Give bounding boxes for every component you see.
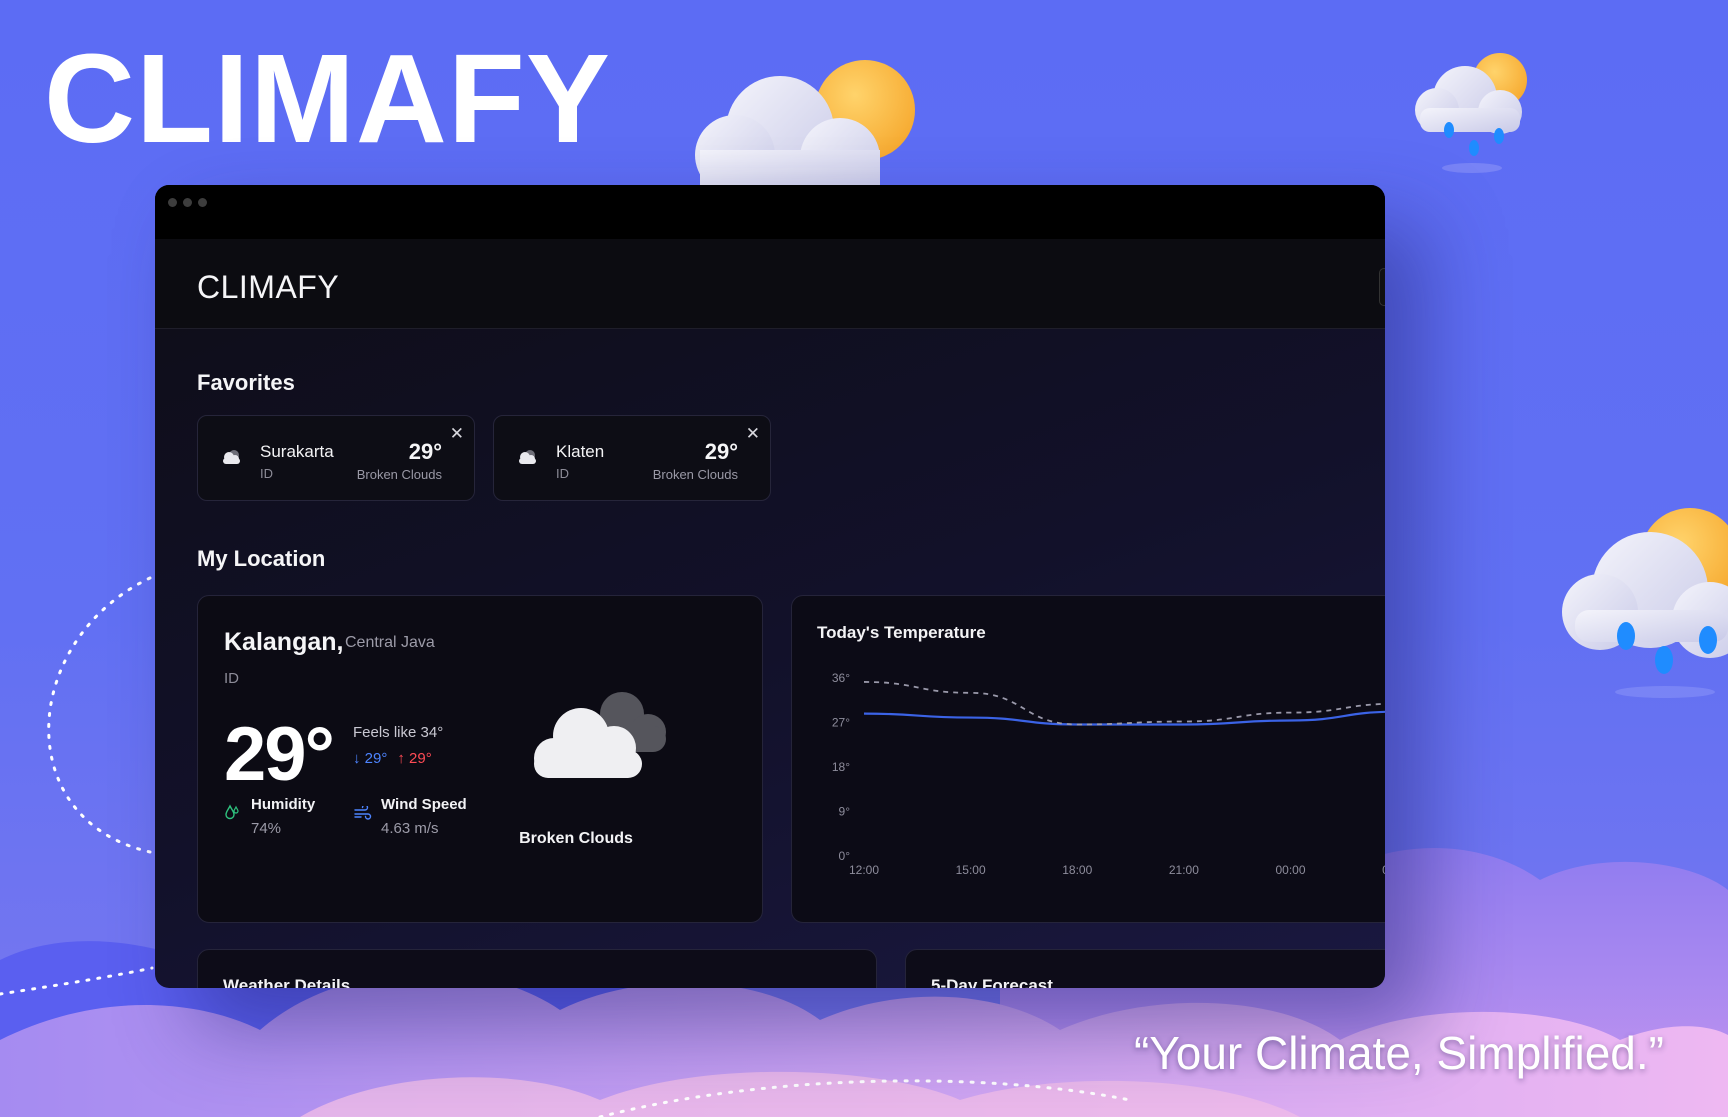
window-controls: [168, 198, 207, 207]
broken-clouds-icon: [534, 692, 666, 778]
cloud-icon: [223, 450, 240, 464]
condition-label: Broken Clouds: [519, 830, 633, 847]
tagline: “Your Climate, Simplified.”: [1133, 1027, 1664, 1079]
y-tick-label: 9°: [839, 805, 851, 819]
favorite-card-surakarta[interactable]: Surakarta ID 29° Broken Clouds ✕: [197, 415, 475, 501]
app-brand[interactable]: CLIMAFY: [197, 269, 339, 306]
favorite-condition: Broken Clouds: [356, 467, 442, 482]
y-tick-label: 27°: [832, 716, 850, 730]
app-header: CLIMAFY: [155, 239, 1385, 329]
remove-favorite-icon[interactable]: ✕: [746, 424, 760, 444]
close-window-dot[interactable]: [168, 198, 177, 207]
header-action-button[interactable]: [1379, 268, 1385, 306]
app-window: CLIMAFY Favorites Surakarta ID 29° Broke…: [155, 185, 1385, 988]
current-weather-card: Kalangan, Central Java ID 29° Feels like…: [197, 595, 763, 923]
cloud-icon: [519, 450, 536, 464]
favorite-card-klaten[interactable]: Klaten ID 29° Broken Clouds ✕: [493, 415, 771, 501]
location-city: Kalangan,: [224, 628, 344, 656]
hero-title: CLIMAFY: [44, 28, 611, 169]
favorite-city: Klaten: [556, 442, 605, 461]
my-location-title: My Location: [197, 546, 326, 571]
favorite-temp: 29°: [408, 439, 442, 464]
todays-temperature-card: Today's Temperature 36° 27° 18° 9° 0° 12:00 15…: [791, 595, 1385, 923]
y-tick-label: 36°: [832, 671, 850, 685]
maximize-window-dot[interactable]: [198, 198, 207, 207]
feels-like: Feels like 34°: [353, 724, 444, 741]
favorite-country: ID: [260, 466, 273, 481]
minimize-window-dot[interactable]: [183, 198, 192, 207]
x-tick-label: 00:00: [1275, 863, 1305, 877]
location-region: Central Java: [345, 634, 435, 651]
favorite-country: ID: [556, 466, 569, 481]
min-temp: ↓ 29°: [353, 750, 388, 767]
remove-favorite-icon[interactable]: ✕: [450, 424, 464, 444]
series-line-1: [863, 681, 1385, 726]
five-day-forecast-title: 5-Day Forecast: [931, 976, 1053, 988]
x-tick-label: 03:00: [1382, 863, 1385, 877]
window-titlebar: [155, 185, 1385, 239]
favorite-condition: Broken Clouds: [652, 467, 738, 482]
weather-details-title: Weather Details: [223, 976, 351, 988]
x-tick-label: 18:00: [1062, 863, 1092, 877]
five-day-forecast-card: 5-Day Forecast: [905, 949, 1385, 988]
favorites-title: Favorites: [197, 370, 295, 395]
max-temp: ↑ 29°: [397, 750, 432, 767]
x-tick-label: 12:00: [849, 863, 879, 877]
current-temperature: 29°: [224, 712, 335, 797]
temperature-chart: 36° 27° 18° 9° 0°12:00 15:00 18:00 21:00 00:00 03…: [832, 671, 1385, 877]
humidity-label: Humidity: [251, 796, 316, 813]
favorite-city: Surakarta: [260, 442, 334, 461]
x-tick-label: 21:00: [1169, 863, 1199, 877]
humidity-icon: [225, 804, 239, 820]
series-line-0: [863, 710, 1385, 726]
y-tick-label: 0°: [839, 849, 851, 863]
y-tick-label: 18°: [832, 760, 850, 774]
weather-details-card: Weather Details: [197, 949, 877, 988]
wind-icon: [354, 806, 372, 820]
wind-speed-label: Wind Speed: [381, 796, 467, 813]
x-tick-label: 15:00: [956, 863, 986, 877]
location-country: ID: [224, 670, 239, 687]
min-max-temps: ↓ 29° ↑ 29°: [353, 750, 432, 767]
humidity-value: 74%: [251, 820, 282, 837]
favorite-temp: 29°: [704, 439, 738, 464]
wind-speed-value: 4.63 m/s: [381, 820, 439, 837]
